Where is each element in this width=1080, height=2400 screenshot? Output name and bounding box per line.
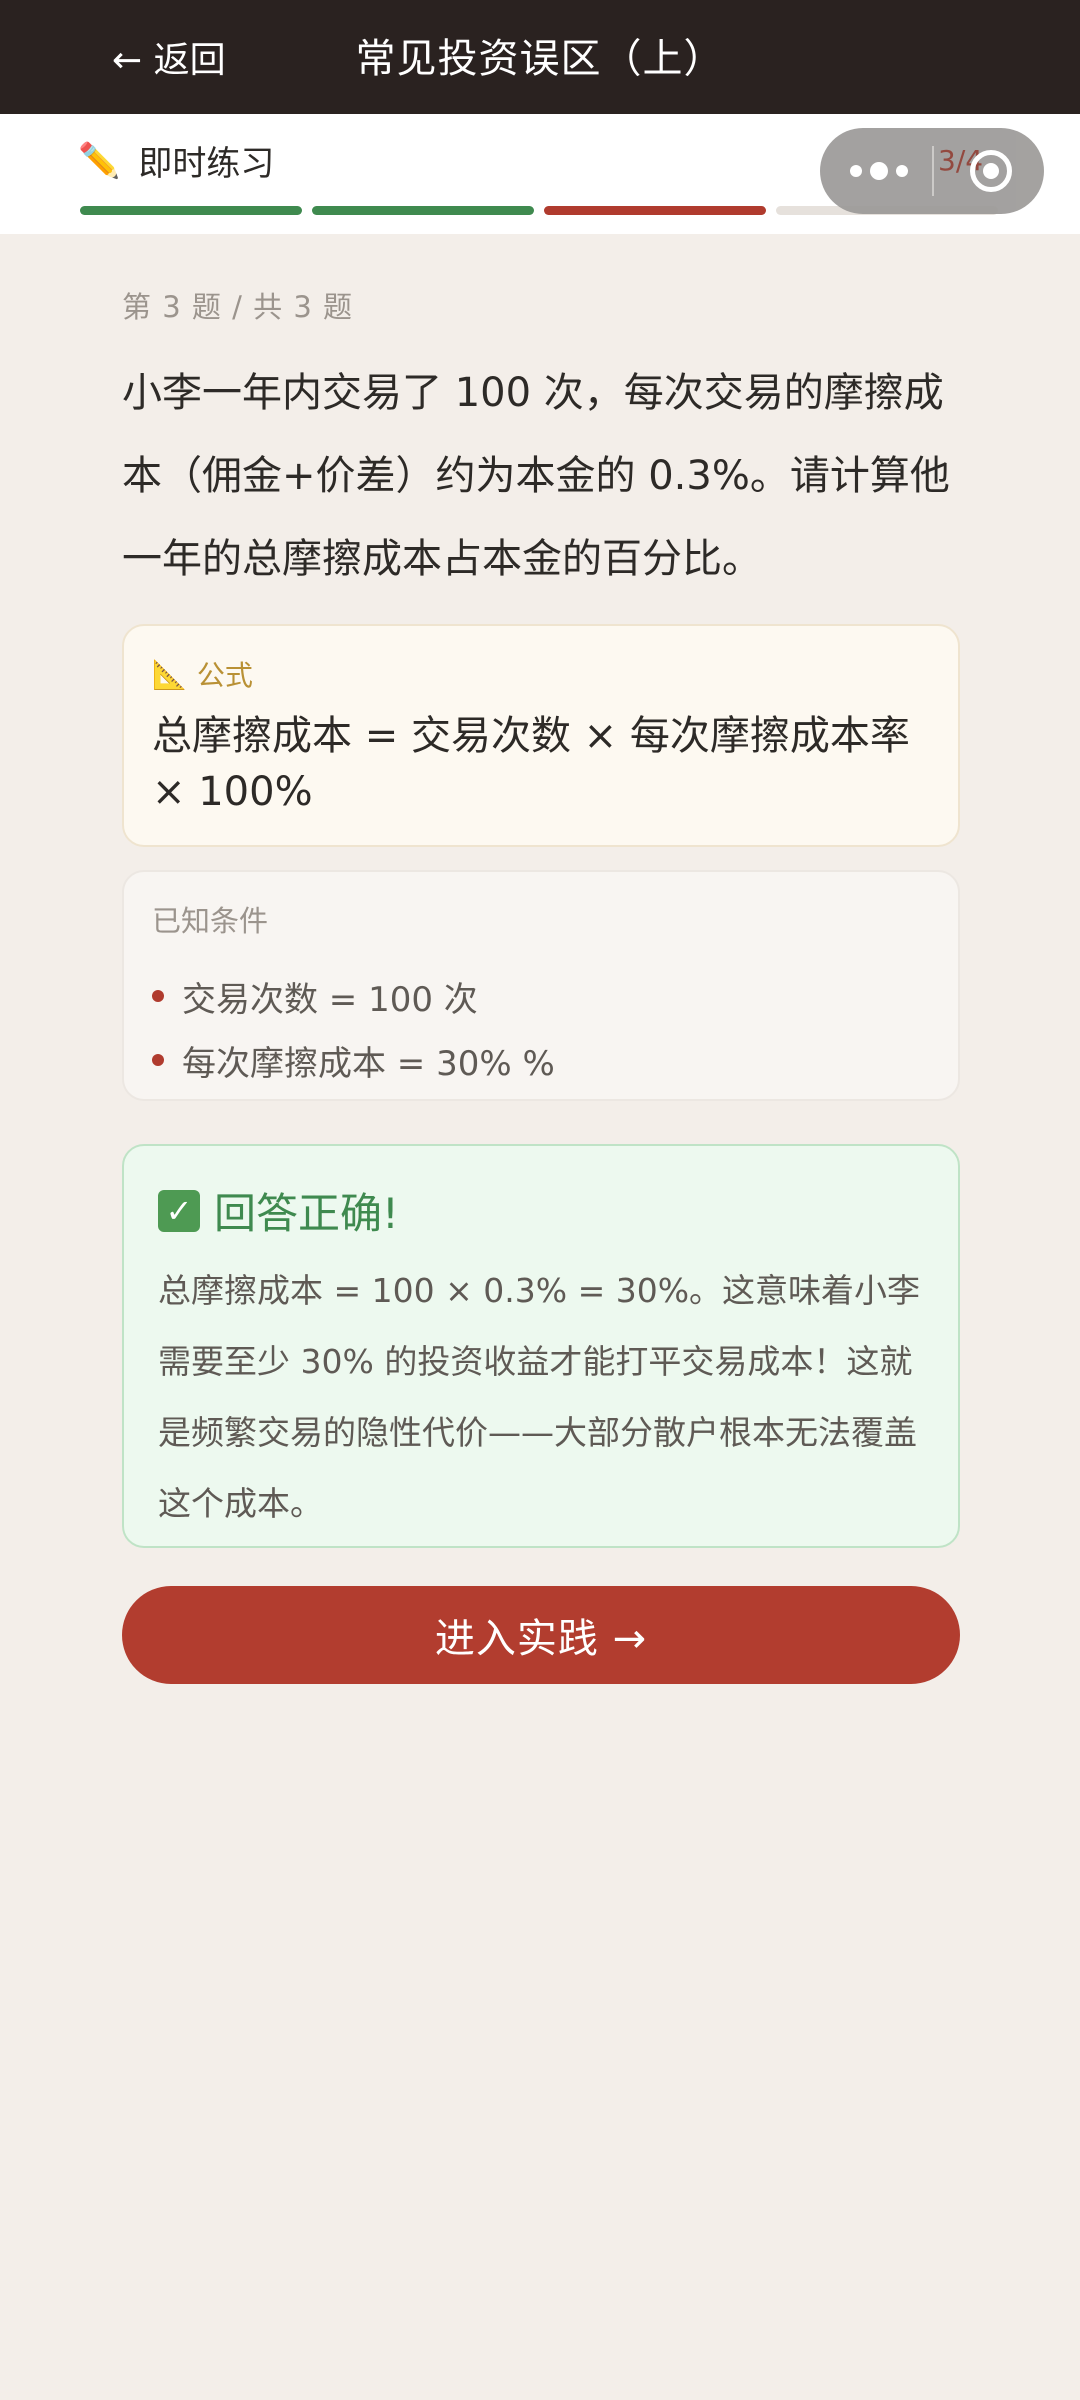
list-item: 交易次数 = 100 次 [152,964,930,1028]
ruler-icon: 📐 [152,657,187,691]
practice-label: ✏️ 即时练习 [78,136,274,185]
question-text: 小李一年内交易了 100 次，每次交易的摩擦成本（佣金+价差）约为本金的 0.3… [122,370,950,582]
progress-segment [312,206,534,215]
question-meta: 第 3 题 / 共 3 题 [122,290,353,324]
result-header: ✓ 回答正确! [158,1180,924,1241]
progress-segment [80,206,302,215]
formula-title: 公式 [196,659,253,692]
answer-result-card: ✓ 回答正确! 总摩擦成本 = 100 × 0.3% = 30%。这意味着小李需… [122,1144,960,1548]
formula-card: 📐 公式 总摩擦成本 = 交易次数 × 每次摩擦成本率 × 100% [122,624,960,847]
formula-text: 总摩擦成本 = 交易次数 × 每次摩擦成本率 × 100% [152,713,910,815]
result-explanation: 总摩擦成本 = 100 × 0.3% = 30%。这意味着小李需要至少 30% … [158,1271,921,1523]
pencil-icon: ✏️ [78,140,121,181]
list-item: 每次摩擦成本 = 30% % [152,1028,930,1092]
known-conditions-card: 已知条件 交易次数 = 100 次 每次摩擦成本 = 30% % [122,870,960,1101]
result-status: 回答正确! [214,1189,399,1238]
bullet-icon [152,1054,164,1066]
enter-practice-button[interactable]: 进入实践 → [122,1586,960,1684]
page-title: 常见投资误区（上） [355,36,725,82]
question-section: 第 3 题 / 共 3 题 小李一年内交易了 100 次，每次交易的摩擦成本（佣… [122,284,960,601]
check-icon: ✓ [158,1189,200,1232]
miniprogram-capsule: 3/4 [820,128,1044,214]
practice-title: 即时练习 [138,144,275,184]
top-bar: ← 返回 常见投资误区（上） [0,0,1080,114]
close-miniprogram-icon[interactable] [970,150,1012,192]
known-list: 交易次数 = 100 次 每次摩擦成本 = 30% % [152,964,930,1092]
bullet-icon [152,990,164,1002]
capsule-divider [932,146,934,196]
formula-header: 📐 公式 [152,654,930,694]
known-title: 已知条件 [152,904,269,938]
more-menu-icon[interactable] [850,162,908,180]
progress-segment [544,206,766,215]
